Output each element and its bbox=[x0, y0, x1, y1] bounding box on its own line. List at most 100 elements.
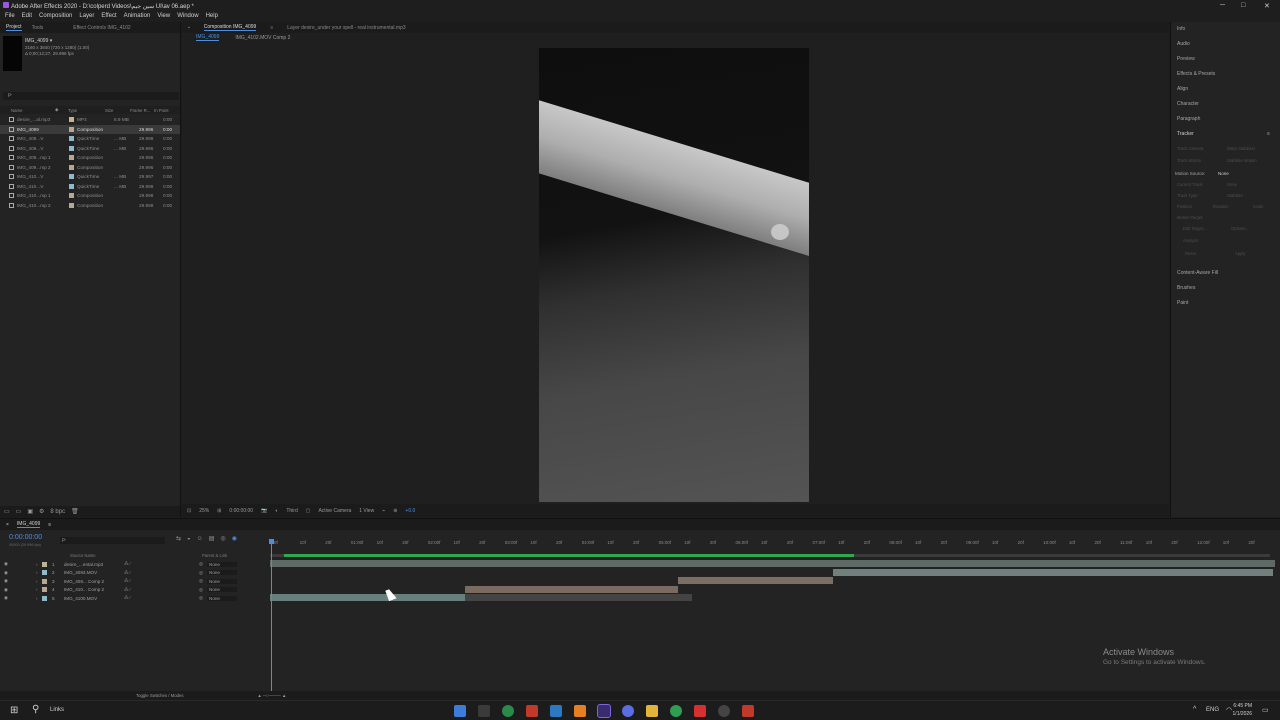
pickwhip-icon[interactable]: ◎ bbox=[199, 561, 207, 567]
minimize-button[interactable]: ─ bbox=[1220, 2, 1225, 9]
taskbar-app-icon[interactable] bbox=[622, 705, 634, 717]
col-label-icon[interactable]: ◆ bbox=[55, 107, 68, 113]
layer-switches[interactable]: ⁂ ⁄ bbox=[124, 587, 199, 593]
taskbar-app-icon[interactable] bbox=[742, 705, 754, 717]
timeline-layer-row[interactable]: ◉ › 5 IMG_4100.MOV ⁂ ⁄ ◎ None bbox=[0, 594, 268, 603]
menu-edit[interactable]: Edit bbox=[22, 13, 32, 19]
project-item[interactable]: IMG_409...V QuickTime ... MB 29.998 0:00 bbox=[0, 134, 180, 144]
zoom-select[interactable]: 25% bbox=[199, 508, 209, 514]
breadcrumb-comp[interactable]: IMG_4099 bbox=[196, 34, 220, 41]
parent-select[interactable]: None bbox=[207, 561, 237, 567]
layer-duration-bar[interactable] bbox=[833, 568, 1273, 576]
project-item[interactable]: desire_...al.mp3 MP3 6.9 MB 0:00 bbox=[0, 115, 180, 125]
pickwhip-icon[interactable]: ◎ bbox=[199, 595, 207, 601]
resolution-select[interactable]: Third bbox=[286, 508, 297, 514]
flowchart-icon[interactable]: ⊕ bbox=[393, 508, 397, 514]
parent-select[interactable]: None bbox=[207, 595, 237, 601]
label-color-swatch[interactable] bbox=[69, 155, 74, 161]
visibility-eye-icon[interactable]: ◉ bbox=[4, 595, 10, 601]
parent-select[interactable]: None bbox=[207, 587, 237, 593]
bpc-label[interactable]: 8 bpc bbox=[50, 509, 65, 515]
layer-duration-bar[interactable] bbox=[270, 560, 1275, 567]
timeline-close-icon[interactable]: × bbox=[6, 522, 9, 528]
taskbar-app-icon[interactable] bbox=[718, 705, 730, 717]
notification-icon[interactable]: ▭ bbox=[1262, 706, 1269, 714]
panel-paragraph[interactable]: Paragraph bbox=[1177, 116, 1200, 122]
exposure-value[interactable]: +0.0 bbox=[405, 508, 415, 514]
timeline-timecode[interactable]: 0:00:00:00 bbox=[9, 534, 42, 541]
zoom-slider[interactable]: ▲ ─○──── ▲ bbox=[258, 693, 287, 698]
taskbar-app-icon[interactable] bbox=[526, 705, 538, 717]
parent-select[interactable]: None bbox=[207, 578, 237, 584]
visibility-eye-icon[interactable]: ◉ bbox=[4, 570, 10, 576]
language-indicator[interactable]: ENG bbox=[1206, 707, 1219, 713]
layer-source-name[interactable]: IMG_4093.MOV bbox=[64, 570, 124, 575]
clock-time[interactable]: 6:45 PM bbox=[1224, 703, 1252, 709]
panel-effects-presets[interactable]: Effects & Presets bbox=[1177, 71, 1215, 77]
new-comp-icon[interactable]: ▣ bbox=[27, 508, 33, 515]
fast-preview-icon[interactable]: ⌁ bbox=[382, 508, 385, 514]
label-color-swatch[interactable] bbox=[69, 126, 74, 132]
edit-target-button[interactable]: Edit Target... bbox=[1183, 226, 1206, 231]
taskbar-app-icon[interactable] bbox=[694, 705, 706, 717]
rotation-checkbox[interactable]: Rotation bbox=[1213, 204, 1229, 209]
tab-project[interactable]: Project bbox=[6, 24, 22, 31]
draft-3d-icon[interactable]: ◒ bbox=[187, 536, 191, 542]
menu-animation[interactable]: Animation bbox=[124, 13, 151, 19]
layer-source-name[interactable]: IMG_409... Comp 2 bbox=[64, 579, 124, 584]
toggle-switches-modes-button[interactable]: Toggle Switches / Modes bbox=[136, 693, 184, 698]
layer-duration-bar[interactable] bbox=[270, 594, 465, 601]
composition-frame[interactable] bbox=[539, 48, 809, 502]
panel-preview[interactable]: Preview bbox=[1177, 56, 1195, 62]
taskbar-app-icon[interactable] bbox=[454, 705, 466, 717]
label-color-swatch[interactable] bbox=[69, 174, 74, 180]
menu-file[interactable]: File bbox=[5, 13, 15, 19]
menu-effect[interactable]: Effect bbox=[101, 13, 116, 19]
chrome-icon[interactable] bbox=[670, 705, 682, 717]
playhead[interactable] bbox=[271, 539, 272, 695]
timeline-layer-row[interactable]: ◉ › 4 IMG_410... Comp 2 ⁂ ⁄ ◎ None bbox=[0, 586, 268, 595]
col-in-point[interactable]: In Point bbox=[154, 108, 169, 113]
parent-select[interactable]: None bbox=[207, 570, 237, 576]
project-item[interactable]: IMG_410...mp 2 Composition 29.998 0:00 bbox=[0, 201, 180, 211]
col-size[interactable]: Size bbox=[105, 108, 130, 113]
project-item[interactable]: IMG_4099 Composition 29.996 0:00 bbox=[0, 124, 180, 134]
layer-label-color[interactable] bbox=[42, 595, 47, 601]
layer-duration-bar[interactable] bbox=[465, 585, 678, 593]
graph-editor-icon[interactable]: ◉ bbox=[232, 535, 237, 542]
taskbar-app-icon[interactable] bbox=[574, 705, 586, 717]
project-search-input[interactable]: ρ· bbox=[3, 92, 179, 100]
layer-switches[interactable]: ⁂ ⁄ bbox=[124, 561, 199, 567]
tab-effect-controls[interactable]: Effect Controls IMG_4102 bbox=[73, 25, 130, 31]
layer-duration-bar[interactable] bbox=[465, 594, 692, 601]
label-color-swatch[interactable] bbox=[69, 202, 74, 208]
time-ruler[interactable]: 0f 10f 20f 01:00f 10f 20f 02:00f 10f 20f 03:00f 10… bbox=[270, 540, 1278, 557]
frame-blend-icon[interactable]: ▤ bbox=[209, 535, 215, 542]
motion-source-select[interactable]: None bbox=[1218, 171, 1229, 176]
col-frame-rate[interactable]: Frame R... bbox=[130, 108, 154, 113]
timeline-layer-row[interactable]: ◉ › 1 desire_...ental.mp3 ⁂ ⁄ ◎ None bbox=[0, 560, 268, 569]
windows-start-icon[interactable]: ⊞ bbox=[10, 705, 18, 716]
layer-switches[interactable]: ⁂ ⁄ bbox=[124, 570, 199, 576]
interpret-footage-icon[interactable]: ▭ bbox=[4, 508, 10, 515]
stabilize-motion-button[interactable]: Stabilize Motion bbox=[1227, 158, 1257, 163]
after-effects-icon[interactable] bbox=[597, 704, 611, 718]
pickwhip-icon[interactable]: ◎ bbox=[199, 570, 207, 576]
panel-audio[interactable]: Audio bbox=[1177, 41, 1190, 47]
menu-composition[interactable]: Composition bbox=[39, 13, 72, 19]
timeline-layer-row[interactable]: ◉ › 2 IMG_4093.MOV ⁂ ⁄ ◎ None bbox=[0, 569, 268, 578]
pickwhip-icon[interactable]: ◎ bbox=[199, 578, 207, 584]
snapshot-icon[interactable]: 📷 bbox=[261, 508, 267, 514]
viewer-timecode[interactable]: 0:00:00:00 bbox=[229, 508, 253, 514]
track-type-select[interactable]: Stabilize bbox=[1227, 193, 1243, 198]
taskbar-app-icon[interactable] bbox=[502, 705, 514, 717]
layer-switches[interactable]: ⁂ ⁄ bbox=[124, 578, 199, 584]
tracker-menu-icon[interactable]: ≡ bbox=[1267, 131, 1270, 137]
track-motion-button[interactable]: Track Motion bbox=[1177, 158, 1201, 163]
shy-icon[interactable]: ☺ bbox=[197, 536, 203, 542]
playhead-handle[interactable] bbox=[269, 539, 274, 544]
options-button[interactable]: Options... bbox=[1231, 226, 1249, 231]
maximize-button[interactable]: □ bbox=[1241, 2, 1245, 9]
taskbar-search-icon[interactable]: ⚲ bbox=[32, 704, 39, 715]
layer-source-name[interactable]: IMG_4100.MOV bbox=[64, 596, 124, 601]
